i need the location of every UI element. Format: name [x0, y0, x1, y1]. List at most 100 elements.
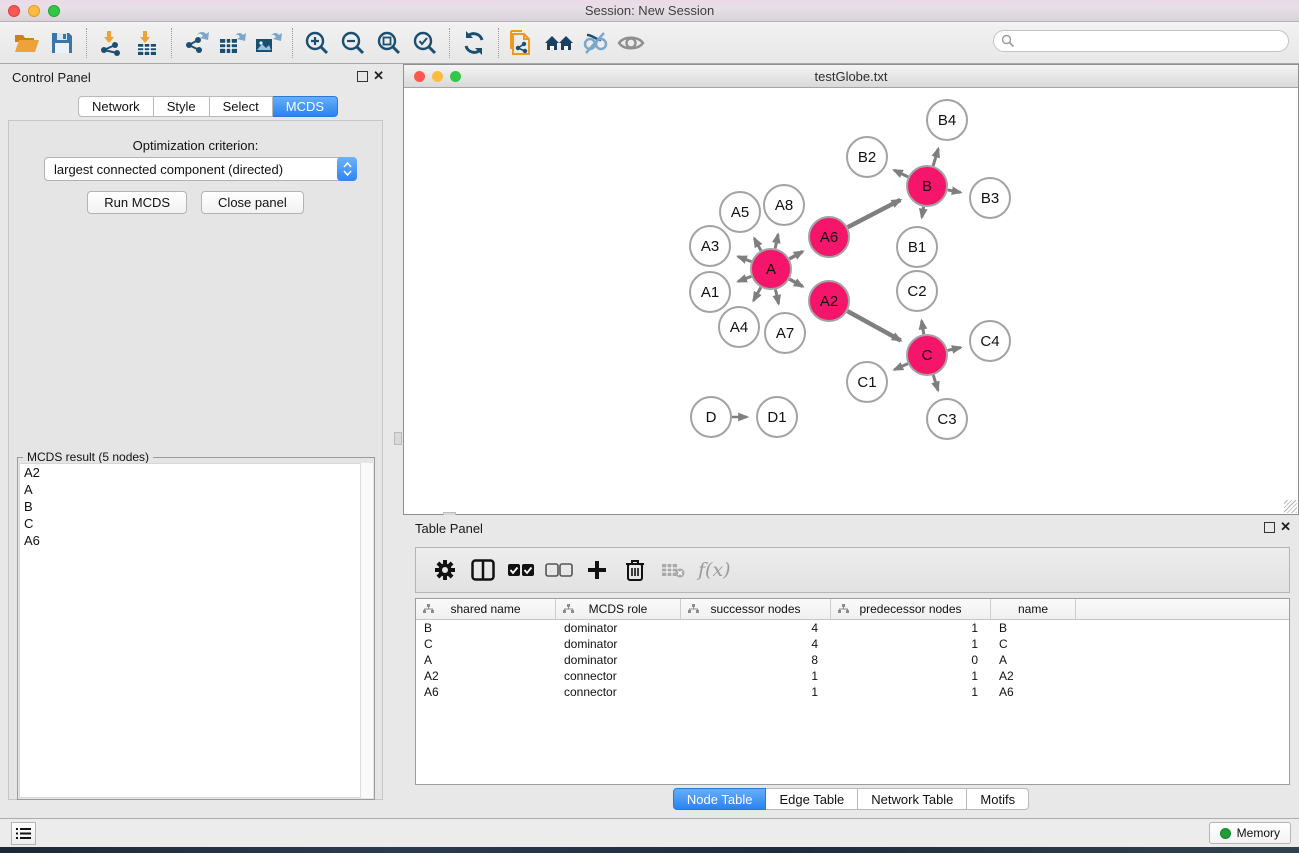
edge-A-A7[interactable] [775, 290, 778, 304]
graph-node-C[interactable]: C [907, 335, 947, 375]
close-table-panel-icon[interactable]: ✕ [1280, 519, 1291, 535]
edge-A-A5[interactable] [754, 238, 761, 250]
table-row[interactable]: Bdominator 41 B [416, 620, 1289, 636]
edge-A-A3[interactable] [738, 257, 751, 262]
edge-A6-B[interactable] [848, 200, 901, 227]
graph-node-D1[interactable]: D1 [757, 397, 797, 437]
vertical-splitter-grip[interactable] [394, 432, 402, 445]
column-chooser-icon[interactable] [466, 552, 500, 588]
window-resize-grip[interactable] [1284, 500, 1297, 513]
export-table-icon[interactable] [214, 26, 250, 60]
graph-node-A4[interactable]: A4 [719, 307, 759, 347]
tab-edge-table[interactable]: Edge Table [766, 788, 858, 810]
import-table-icon[interactable] [129, 26, 165, 60]
graph-node-A1[interactable]: A1 [690, 272, 730, 312]
graph-node-B2[interactable]: B2 [847, 137, 887, 177]
edge-A-A4[interactable] [753, 287, 760, 300]
delete-column-trash-icon[interactable] [618, 552, 652, 588]
graph-node-B[interactable]: B [907, 166, 947, 206]
new-network-from-file-icon[interactable] [505, 26, 541, 60]
float-panel-icon[interactable] [357, 71, 368, 82]
graph-node-B1[interactable]: B1 [897, 227, 937, 267]
deselect-all-icon[interactable] [542, 552, 576, 588]
graph-node-C3[interactable]: C3 [927, 399, 967, 439]
edge-A-A8[interactable] [775, 234, 778, 248]
edge-C-C2[interactable] [922, 321, 924, 335]
column-header-shared-name[interactable]: shared name [416, 599, 556, 619]
graph-node-A[interactable]: A [751, 249, 791, 289]
edge-A-A6[interactable] [789, 251, 802, 258]
network-graph[interactable]: B4 B2 B B3 A5A8A6 A3 B1 A A1 C2 A2 A4A7 C4 C C1 C3 D D1 [404, 88, 1298, 514]
tab-motifs[interactable]: Motifs [967, 788, 1029, 810]
graph-node-C2[interactable]: C2 [897, 271, 937, 311]
graph-node-A8[interactable]: A8 [764, 185, 804, 225]
table-settings-gear-icon[interactable] [428, 552, 462, 588]
function-builder-icon[interactable]: f(x) [698, 559, 731, 581]
edge-A-A1[interactable] [738, 276, 751, 281]
result-item[interactable]: C [20, 515, 372, 532]
close-panel-icon[interactable]: ✕ [373, 68, 384, 84]
edge-A-A2[interactable] [789, 279, 802, 286]
table-row[interactable]: A2connector 11 A2 [416, 668, 1289, 684]
graph-node-A6[interactable]: A6 [809, 217, 849, 257]
search-field[interactable] [993, 30, 1289, 52]
edge-B-B2[interactable] [894, 170, 908, 177]
graph-node-A2[interactable]: A2 [809, 281, 849, 321]
edge-C-C4[interactable] [947, 348, 960, 351]
show-eye-icon[interactable] [613, 26, 649, 60]
float-table-panel-icon[interactable] [1264, 522, 1275, 533]
table-row[interactable]: Cdominator 41 C [416, 636, 1289, 652]
hide-glasses-icon[interactable] [577, 26, 613, 60]
tab-network[interactable]: Network [78, 96, 154, 117]
tab-select[interactable]: Select [210, 96, 273, 117]
search-input[interactable] [1015, 34, 1265, 48]
edge-C-C1[interactable] [894, 364, 907, 370]
tab-network-table[interactable]: Network Table [858, 788, 967, 810]
result-item[interactable]: A2 [20, 464, 372, 481]
edge-C-C3[interactable] [933, 375, 938, 390]
graph-node-B4[interactable]: B4 [927, 100, 967, 140]
zoom-selected-icon[interactable] [407, 26, 443, 60]
zoom-fit-icon[interactable] [371, 26, 407, 60]
edge-B-B4[interactable] [933, 149, 938, 166]
column-header-mcds-role[interactable]: MCDS role [556, 599, 681, 619]
refresh-icon[interactable] [456, 26, 492, 60]
graph-node-B3[interactable]: B3 [970, 178, 1010, 218]
graph-node-A5[interactable]: A5 [720, 192, 760, 232]
network-canvas[interactable]: B4 B2 B B3 A5A8A6 A3 B1 A A1 C2 A2 A4A7 C4 C C1 C3 D D1 [404, 88, 1298, 514]
zoom-in-icon[interactable] [299, 26, 335, 60]
result-item[interactable]: B [20, 498, 372, 515]
tab-style[interactable]: Style [154, 96, 210, 117]
table-row[interactable]: Adominator 80 A [416, 652, 1289, 668]
memory-button[interactable]: Memory [1209, 822, 1291, 844]
graph-node-C4[interactable]: C4 [970, 321, 1010, 361]
edge-A2-C[interactable] [847, 311, 900, 340]
result-scrollbar[interactable] [360, 463, 373, 798]
show-panels-list-icon[interactable] [11, 822, 36, 845]
result-item[interactable]: A6 [20, 532, 372, 549]
run-mcds-button[interactable]: Run MCDS [87, 191, 187, 214]
graph-node-A3[interactable]: A3 [690, 226, 730, 266]
criterion-dropdown[interactable]: largest connected component (directed) [44, 157, 357, 181]
graph-node-C1[interactable]: C1 [847, 362, 887, 402]
column-header-predecessor-nodes[interactable]: predecessor nodes [831, 599, 991, 619]
export-network-icon[interactable] [178, 26, 214, 60]
export-image-icon[interactable] [250, 26, 286, 60]
result-item[interactable]: A [20, 481, 372, 498]
save-session-icon[interactable] [44, 26, 80, 60]
column-header-successor-nodes[interactable]: successor nodes [681, 599, 831, 619]
add-column-icon[interactable] [580, 552, 614, 588]
tab-node-table[interactable]: Node Table [673, 788, 767, 810]
zoom-out-icon[interactable] [335, 26, 371, 60]
import-network-icon[interactable] [93, 26, 129, 60]
select-all-icon[interactable] [504, 552, 538, 588]
graph-node-D[interactable]: D [691, 397, 731, 437]
delete-table-icon[interactable] [656, 552, 690, 588]
mcds-result-list[interactable]: A2 A B C A6 [19, 463, 373, 798]
graph-node-A7[interactable]: A7 [765, 313, 805, 353]
edge-B-B1[interactable] [922, 207, 924, 218]
table-row[interactable]: A6connector 11 A6 [416, 684, 1289, 700]
homes-icon[interactable] [541, 26, 577, 60]
column-header-name[interactable]: name [991, 599, 1076, 619]
open-session-icon[interactable] [8, 26, 44, 60]
